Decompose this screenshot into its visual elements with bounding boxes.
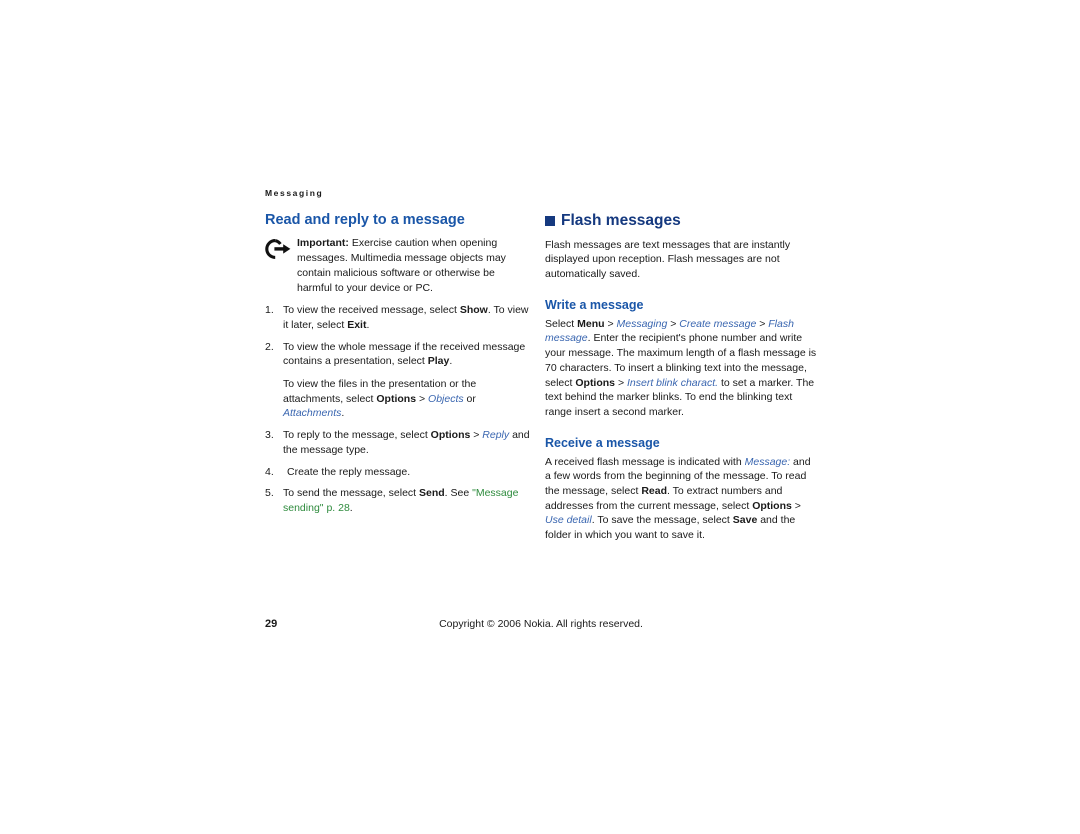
right-column: Flash messages Flash messages are text m… bbox=[545, 212, 817, 547]
body-text: To view the received message, select bbox=[283, 304, 460, 317]
step-body: To reply to the message, select Options … bbox=[283, 428, 532, 457]
body-text: . bbox=[349, 501, 353, 514]
body-text: . See bbox=[444, 487, 473, 500]
chapter-title-flash-messages: Flash messages bbox=[545, 212, 817, 231]
body-text: > bbox=[791, 499, 801, 512]
step-number: 5. bbox=[265, 487, 274, 500]
step-number: 4. bbox=[265, 465, 274, 478]
subsection-body-write-a-message: Select Menu > Messaging > Create message… bbox=[545, 317, 817, 420]
important-note: Important: Exercise caution when opening… bbox=[265, 236, 532, 295]
body-text: Flash messages are text messages that ar… bbox=[545, 238, 791, 280]
menu-path-item[interactable]: Attachments bbox=[283, 407, 341, 419]
ui-key-label: Options bbox=[430, 429, 471, 442]
menu-path-item[interactable]: Create message bbox=[679, 318, 756, 330]
step-paragraph: Create the reply message. bbox=[287, 465, 532, 480]
step-item: 2. To view the whole message if the recei… bbox=[265, 340, 532, 422]
menu-path-item[interactable]: Insert blink charact. bbox=[627, 377, 718, 389]
body-text: A received flash message is indicated wi… bbox=[545, 455, 745, 468]
chapter-intro-paragraph: Flash messages are text messages that ar… bbox=[545, 238, 817, 282]
subsection-title-receive-a-message: Receive a message bbox=[545, 435, 660, 450]
ui-key-label: Send bbox=[419, 487, 445, 500]
page-footer: 29 Copyright © 2006 Nokia. All rights re… bbox=[265, 618, 817, 634]
body-text: Select bbox=[545, 317, 578, 330]
step-paragraph: To reply to the message, select Options … bbox=[283, 428, 532, 457]
step-body: To view the whole message if the receive… bbox=[283, 340, 532, 422]
body-text: > bbox=[416, 392, 429, 405]
menu-path-item[interactable]: Use detail bbox=[545, 514, 592, 526]
step-item: 4. Create the reply message. bbox=[265, 465, 532, 480]
subsection-title-write-a-message: Write a message bbox=[545, 297, 644, 312]
body-text: > bbox=[615, 376, 627, 389]
step-number: 2. bbox=[265, 340, 274, 353]
body-text: . To save the message, select bbox=[591, 514, 733, 527]
important-note-paragraph: Important: Exercise caution when opening… bbox=[297, 236, 532, 295]
body-text: . bbox=[366, 318, 370, 331]
ui-key-label: Menu bbox=[577, 317, 605, 330]
step-item: 3. To reply to the message, select Option… bbox=[265, 428, 532, 457]
step-item: 1. To view the received message, select S… bbox=[265, 303, 532, 332]
body-text: > bbox=[470, 429, 483, 442]
body-text: . bbox=[341, 407, 345, 420]
important-note-text: Important: Exercise caution when opening… bbox=[297, 236, 532, 295]
step-body: To send the message, select Send. See "M… bbox=[283, 486, 532, 515]
body-text: . bbox=[449, 355, 453, 368]
manual-page: Messaging Read and reply to a message Im… bbox=[265, 188, 817, 547]
step-paragraph: To view the whole message if the receive… bbox=[283, 340, 532, 369]
ui-key-label: Play bbox=[427, 355, 450, 368]
step-number: 3. bbox=[265, 429, 274, 442]
step-item: 5. To send the message, select Send. See … bbox=[265, 486, 532, 515]
body-text: > bbox=[604, 317, 617, 330]
ui-key-label: Options bbox=[752, 499, 792, 512]
body-text: Create the reply message. bbox=[287, 465, 411, 478]
step-paragraph-extra: To view the files in the presentation or… bbox=[283, 377, 532, 421]
left-column: Read and reply to a message Important: E… bbox=[265, 212, 532, 523]
cross-reference-link[interactable]: p. 28 bbox=[326, 502, 349, 514]
chapter-title-label: Flash messages bbox=[561, 212, 681, 229]
running-header: Messaging bbox=[265, 188, 324, 198]
body-text: To reply to the message, select bbox=[283, 429, 431, 442]
step-number: 1. bbox=[265, 304, 274, 317]
body-text: or bbox=[463, 392, 476, 405]
menu-path-item[interactable]: Reply bbox=[482, 429, 509, 441]
important-label: Important: bbox=[297, 237, 349, 250]
steps-list: 1. To view the received message, select S… bbox=[265, 303, 532, 515]
body-text: > bbox=[667, 317, 680, 330]
ui-key-label: Exit bbox=[347, 318, 367, 331]
step-paragraph: To send the message, select Send. See "M… bbox=[283, 486, 532, 515]
body-text: To send the message, select bbox=[283, 487, 419, 500]
two-column-body: Read and reply to a message Important: E… bbox=[265, 212, 817, 547]
ui-key-label: Read bbox=[641, 485, 667, 498]
ui-key-label: Options bbox=[376, 392, 417, 405]
body-text: To view the whole message if the receive… bbox=[283, 340, 526, 368]
step-body: To view the received message, select Sho… bbox=[283, 303, 532, 332]
subsection-body-receive-a-message: A received flash message is indicated wi… bbox=[545, 455, 817, 543]
menu-path-item[interactable]: Messaging bbox=[617, 318, 668, 330]
copyright-notice: Copyright © 2006 Nokia. All rights reser… bbox=[439, 618, 643, 630]
ui-key-label: Show bbox=[459, 304, 488, 317]
menu-path-item[interactable]: Objects bbox=[428, 393, 464, 405]
body-text: > bbox=[756, 317, 769, 330]
ui-key-label: Save bbox=[732, 514, 758, 527]
step-body: Create the reply message. bbox=[287, 465, 532, 480]
ui-key-label: Options bbox=[575, 376, 616, 389]
section-title-read-and-reply: Read and reply to a message bbox=[265, 212, 465, 228]
step-paragraph: To view the received message, select Sho… bbox=[283, 303, 532, 332]
square-bullet-icon bbox=[545, 216, 555, 227]
important-note-icon bbox=[265, 236, 297, 264]
menu-path-item[interactable]: Message: bbox=[745, 456, 791, 468]
